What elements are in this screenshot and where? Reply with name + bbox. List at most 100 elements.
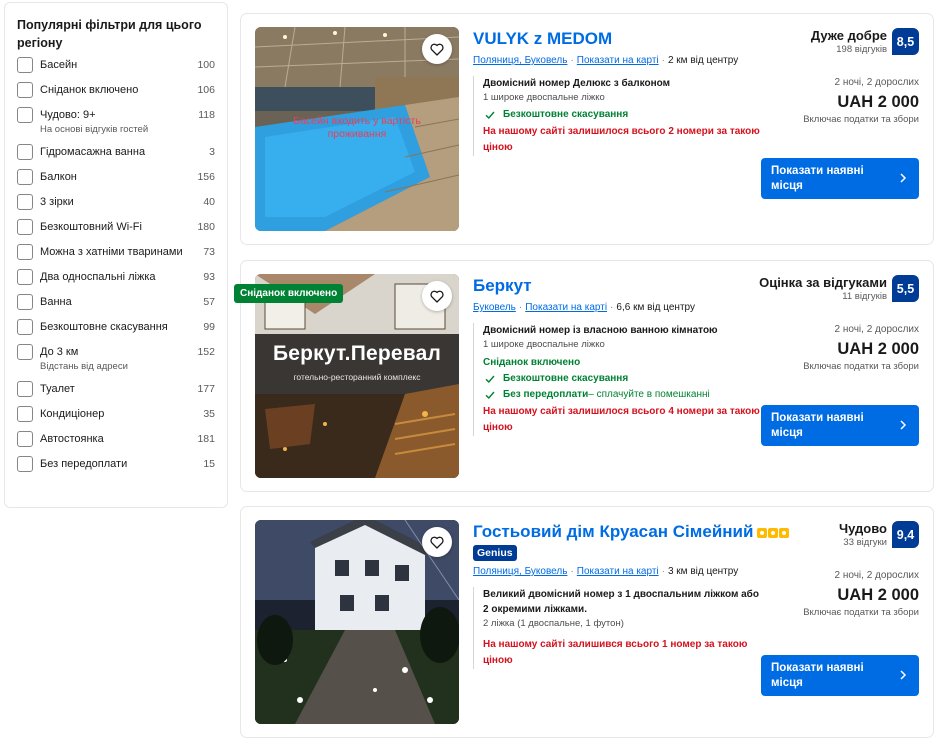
filter-label: Безкоштовний Wi-Fi — [40, 221, 142, 233]
filter-count: 156 — [197, 171, 215, 183]
filter-checkbox[interactable] — [17, 244, 33, 260]
free-cancellation: Безкоштовне скасування — [483, 371, 763, 387]
review-count: 11 відгуків — [842, 291, 887, 302]
filter-text: Без передоплати — [40, 455, 189, 473]
filter-count: 99 — [203, 321, 215, 333]
room-details: Великий двомісний номер з 1 двоспальним … — [473, 587, 763, 669]
review-score[interactable]: Дуже добре 198 відгуків 8,5 — [759, 28, 919, 56]
filter-checkbox[interactable] — [17, 169, 33, 185]
sidebar-title: Популярні фільтри для цього регіону — [17, 18, 202, 50]
filter-text: Сніданок включено — [40, 81, 189, 99]
property-photo[interactable] — [255, 520, 459, 724]
property-card: Сніданок включено Беркут.Перевал готельн… — [234, 260, 934, 492]
filter-checkbox[interactable] — [17, 406, 33, 422]
property-card: Гостьовий дім Круасан Сімейний Genius По… — [240, 506, 934, 738]
price: UAH 2 000 — [837, 586, 919, 604]
property-photo[interactable]: Беркут.Перевал готельно-ресторанний комп… — [255, 274, 459, 478]
filter-option[interactable]: Кондиціонер 35 — [17, 405, 215, 423]
filter-text: Можна з хатніми тваринами — [40, 243, 189, 261]
filter-checkbox[interactable] — [17, 219, 33, 235]
filter-option[interactable]: Гідромасажна ванна 3 — [17, 143, 215, 161]
filter-checkbox[interactable] — [17, 381, 33, 397]
filter-option[interactable]: До 3 км Відстань від адреси 152 — [17, 343, 215, 373]
filter-checkbox[interactable] — [17, 194, 33, 210]
filter-count: 40 — [203, 196, 215, 208]
filter-option[interactable]: Автостоянка 181 — [17, 430, 215, 448]
filter-checkbox[interactable] — [17, 294, 33, 310]
stay-length: 2 ночі, 2 дорослих — [834, 570, 919, 581]
filter-checkbox[interactable] — [17, 57, 33, 73]
filter-option[interactable]: Туалет 177 — [17, 380, 215, 398]
room-details: Двомісний номер Делюкс з балконом 1 широ… — [473, 76, 763, 156]
filter-text: Ванна — [40, 293, 189, 311]
filter-count: 177 — [197, 383, 215, 395]
filter-text: Автостоянка — [40, 430, 189, 448]
free-cancellation-text: Безкоштовне скасування — [503, 373, 629, 384]
show-on-map-link[interactable]: Показати на карті — [525, 302, 607, 313]
filter-checkbox[interactable] — [17, 319, 33, 335]
location-link[interactable]: Поляниця, Буковель — [473, 566, 567, 577]
show-on-map-link[interactable]: Показати на карті — [577, 55, 659, 66]
filter-checkbox[interactable] — [17, 431, 33, 447]
show-availability-button[interactable]: Показати наявні місця — [761, 158, 919, 199]
property-info: Беркут Буковель · Показати на карті · 6,6 км… — [473, 275, 763, 436]
breakfast-badge: Сніданок включено — [234, 284, 344, 303]
location-link[interactable]: Буковель — [473, 302, 516, 313]
favorite-button[interactable] — [422, 34, 452, 64]
filter-option[interactable]: Чудово: 9+ На основі відгуків гостей 118 — [17, 106, 215, 136]
separator-dot: · — [610, 302, 614, 313]
favorite-button[interactable] — [422, 281, 452, 311]
score-label: Оцінка за відгуками — [759, 275, 887, 290]
filter-label: До 3 км — [40, 346, 79, 358]
filter-option[interactable]: Безкоштовне скасування 99 — [17, 318, 215, 336]
score-badge: 9,4 — [892, 521, 919, 548]
location-link[interactable]: Поляниця, Буковель — [473, 55, 567, 66]
filter-option[interactable]: Можна з хатніми тваринами 73 — [17, 243, 215, 261]
show-availability-button[interactable]: Показати наявні місця — [761, 405, 919, 446]
review-count: 198 відгуків — [836, 44, 887, 55]
property-name-link[interactable]: Беркут — [473, 275, 532, 297]
property-name-link[interactable]: VULYK z MEDOM — [473, 28, 612, 50]
filter-option[interactable]: Басейн 100 — [17, 56, 215, 74]
filter-option[interactable]: Балкон 156 — [17, 168, 215, 186]
filter-option[interactable]: Безкоштовний Wi-Fi 180 — [17, 218, 215, 236]
chevron-right-icon — [900, 420, 907, 430]
show-availability-button[interactable]: Показати наявні місця — [761, 655, 919, 696]
filter-checkbox[interactable] — [17, 456, 33, 472]
taxes-note: Включає податки та збори — [803, 607, 919, 618]
property-card: Басейн входить у вартість проживання VUL… — [240, 13, 934, 245]
filter-checkbox[interactable] — [17, 344, 33, 360]
check-icon — [485, 111, 495, 120]
filter-option[interactable]: Два односпальні ліжка 93 — [17, 268, 215, 286]
filter-option[interactable]: Без передоплати 15 — [17, 455, 215, 473]
filter-label: Без передоплати — [40, 458, 128, 470]
favorite-button[interactable] — [422, 527, 452, 557]
property-name-link[interactable]: Гостьовий дім Круасан Сімейний — [473, 521, 753, 543]
filter-checkbox[interactable] — [17, 82, 33, 98]
review-score[interactable]: Чудово 33 відгуки 9,4 — [759, 521, 919, 549]
taxes-note: Включає податки та збори — [803, 114, 919, 125]
filter-checkbox[interactable] — [17, 107, 33, 123]
property-photo[interactable]: Басейн входить у вартість проживання — [255, 27, 459, 231]
filter-count: 181 — [197, 433, 215, 445]
filter-count: 57 — [203, 296, 215, 308]
filter-label: Кондиціонер — [40, 408, 105, 420]
filter-count: 35 — [203, 408, 215, 420]
filter-label: 3 зірки — [40, 196, 74, 208]
separator-dot: · — [518, 302, 523, 313]
heart-icon — [430, 290, 444, 303]
filter-option[interactable]: 3 зірки 40 — [17, 193, 215, 211]
genius-badge: Genius — [473, 545, 517, 561]
show-on-map-link[interactable]: Показати на карті — [577, 566, 659, 577]
score-words: Дуже добре 198 відгуків — [811, 28, 887, 56]
review-score[interactable]: Оцінка за відгуками 11 відгуків 5,5 — [759, 275, 919, 303]
filter-option[interactable]: Сніданок включено 106 — [17, 81, 215, 99]
filter-checkbox[interactable] — [17, 269, 33, 285]
filter-checkbox[interactable] — [17, 144, 33, 160]
location-row: Поляниця, Буковель · Показати на карті · 2 к… — [473, 54, 763, 68]
score-badge: 8,5 — [892, 28, 919, 55]
room-title: Великий двомісний номер з 1 двоспальним … — [483, 589, 759, 615]
room-details: Двомісний номер із власною ванною кімнат… — [473, 323, 763, 436]
filter-label: Балкон — [40, 171, 77, 183]
filter-option[interactable]: Ванна 57 — [17, 293, 215, 311]
